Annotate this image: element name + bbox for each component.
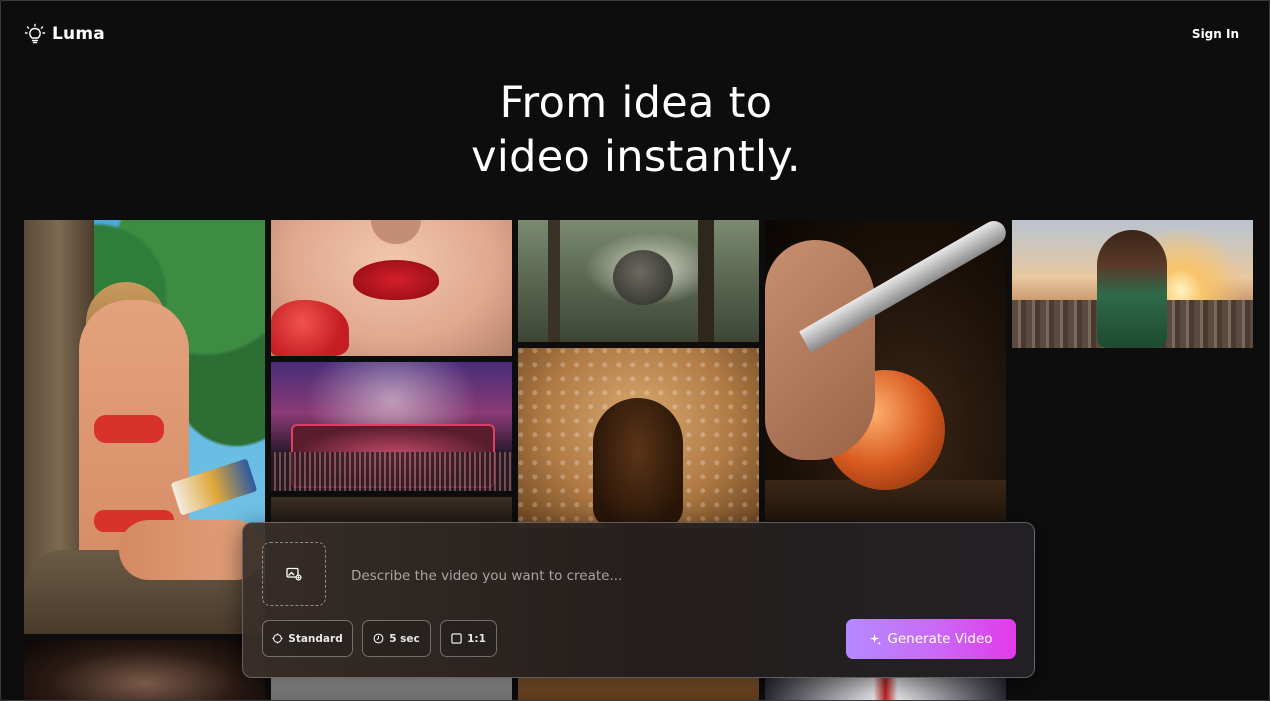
tile-shape: [765, 240, 875, 460]
quality-select[interactable]: Standard: [262, 620, 353, 657]
hero-title: From idea to video instantly.: [1, 76, 1269, 184]
tile-shape: [371, 220, 421, 244]
tile-shape: [1097, 230, 1167, 348]
generate-video-button[interactable]: Generate Video: [846, 619, 1016, 659]
gallery-tile-woman-sunset[interactable]: [1012, 220, 1253, 348]
tile-shape: [271, 300, 349, 356]
gallery-tile-city[interactable]: [271, 678, 512, 700]
tile-shape: [613, 250, 673, 305]
brand-name: Luma: [52, 24, 105, 44]
duration-select[interactable]: 5 sec: [362, 620, 431, 657]
prompt-input[interactable]: [349, 561, 853, 591]
brand-logo[interactable]: Luma: [24, 23, 105, 45]
prompt-panel: Standard 5 sec 1:1: [242, 522, 1035, 678]
gallery-tile-lips-strawberry[interactable]: [271, 220, 512, 356]
lightbulb-icon: [24, 23, 46, 45]
gallery-tile-portrait[interactable]: [24, 640, 265, 700]
gallery-tile-warm[interactable]: [518, 678, 759, 700]
image-upload-button[interactable]: [262, 542, 326, 606]
gallery-tile-knife-ball[interactable]: [765, 220, 1006, 521]
quality-label: Standard: [288, 632, 343, 645]
gallery-tile-face-glass[interactable]: [518, 348, 759, 528]
generate-label: Generate Video: [887, 631, 993, 647]
tile-shape: [698, 220, 714, 342]
sign-in-link[interactable]: Sign In: [1192, 27, 1239, 41]
tile-shape: [548, 220, 560, 342]
app-frame: Luma Sign In From idea to video instantl…: [0, 0, 1270, 701]
hero-line-1: From idea to: [499, 78, 773, 128]
clock-icon: [373, 633, 384, 644]
hero-line-2: video instantly.: [471, 132, 801, 182]
square-icon: [451, 633, 462, 644]
duration-label: 5 sec: [389, 632, 420, 645]
gallery-tile-forest-gorilla[interactable]: [518, 220, 759, 342]
tile-shape: [353, 260, 439, 300]
gallery-tile-woman-reading[interactable]: [24, 220, 265, 634]
tile-shape: [94, 415, 164, 443]
aspect-ratio-select[interactable]: 1:1: [440, 620, 497, 657]
gallery-tile-suit[interactable]: [765, 678, 1006, 700]
tile-shape: [271, 452, 512, 491]
ratio-label: 1:1: [467, 632, 486, 645]
gallery-tile-stadium[interactable]: [271, 362, 512, 491]
sparkles-icon: [869, 633, 882, 646]
tile-shape: [593, 398, 683, 528]
image-upload-icon: [286, 567, 302, 581]
sparkle-circle-icon: [272, 633, 283, 644]
